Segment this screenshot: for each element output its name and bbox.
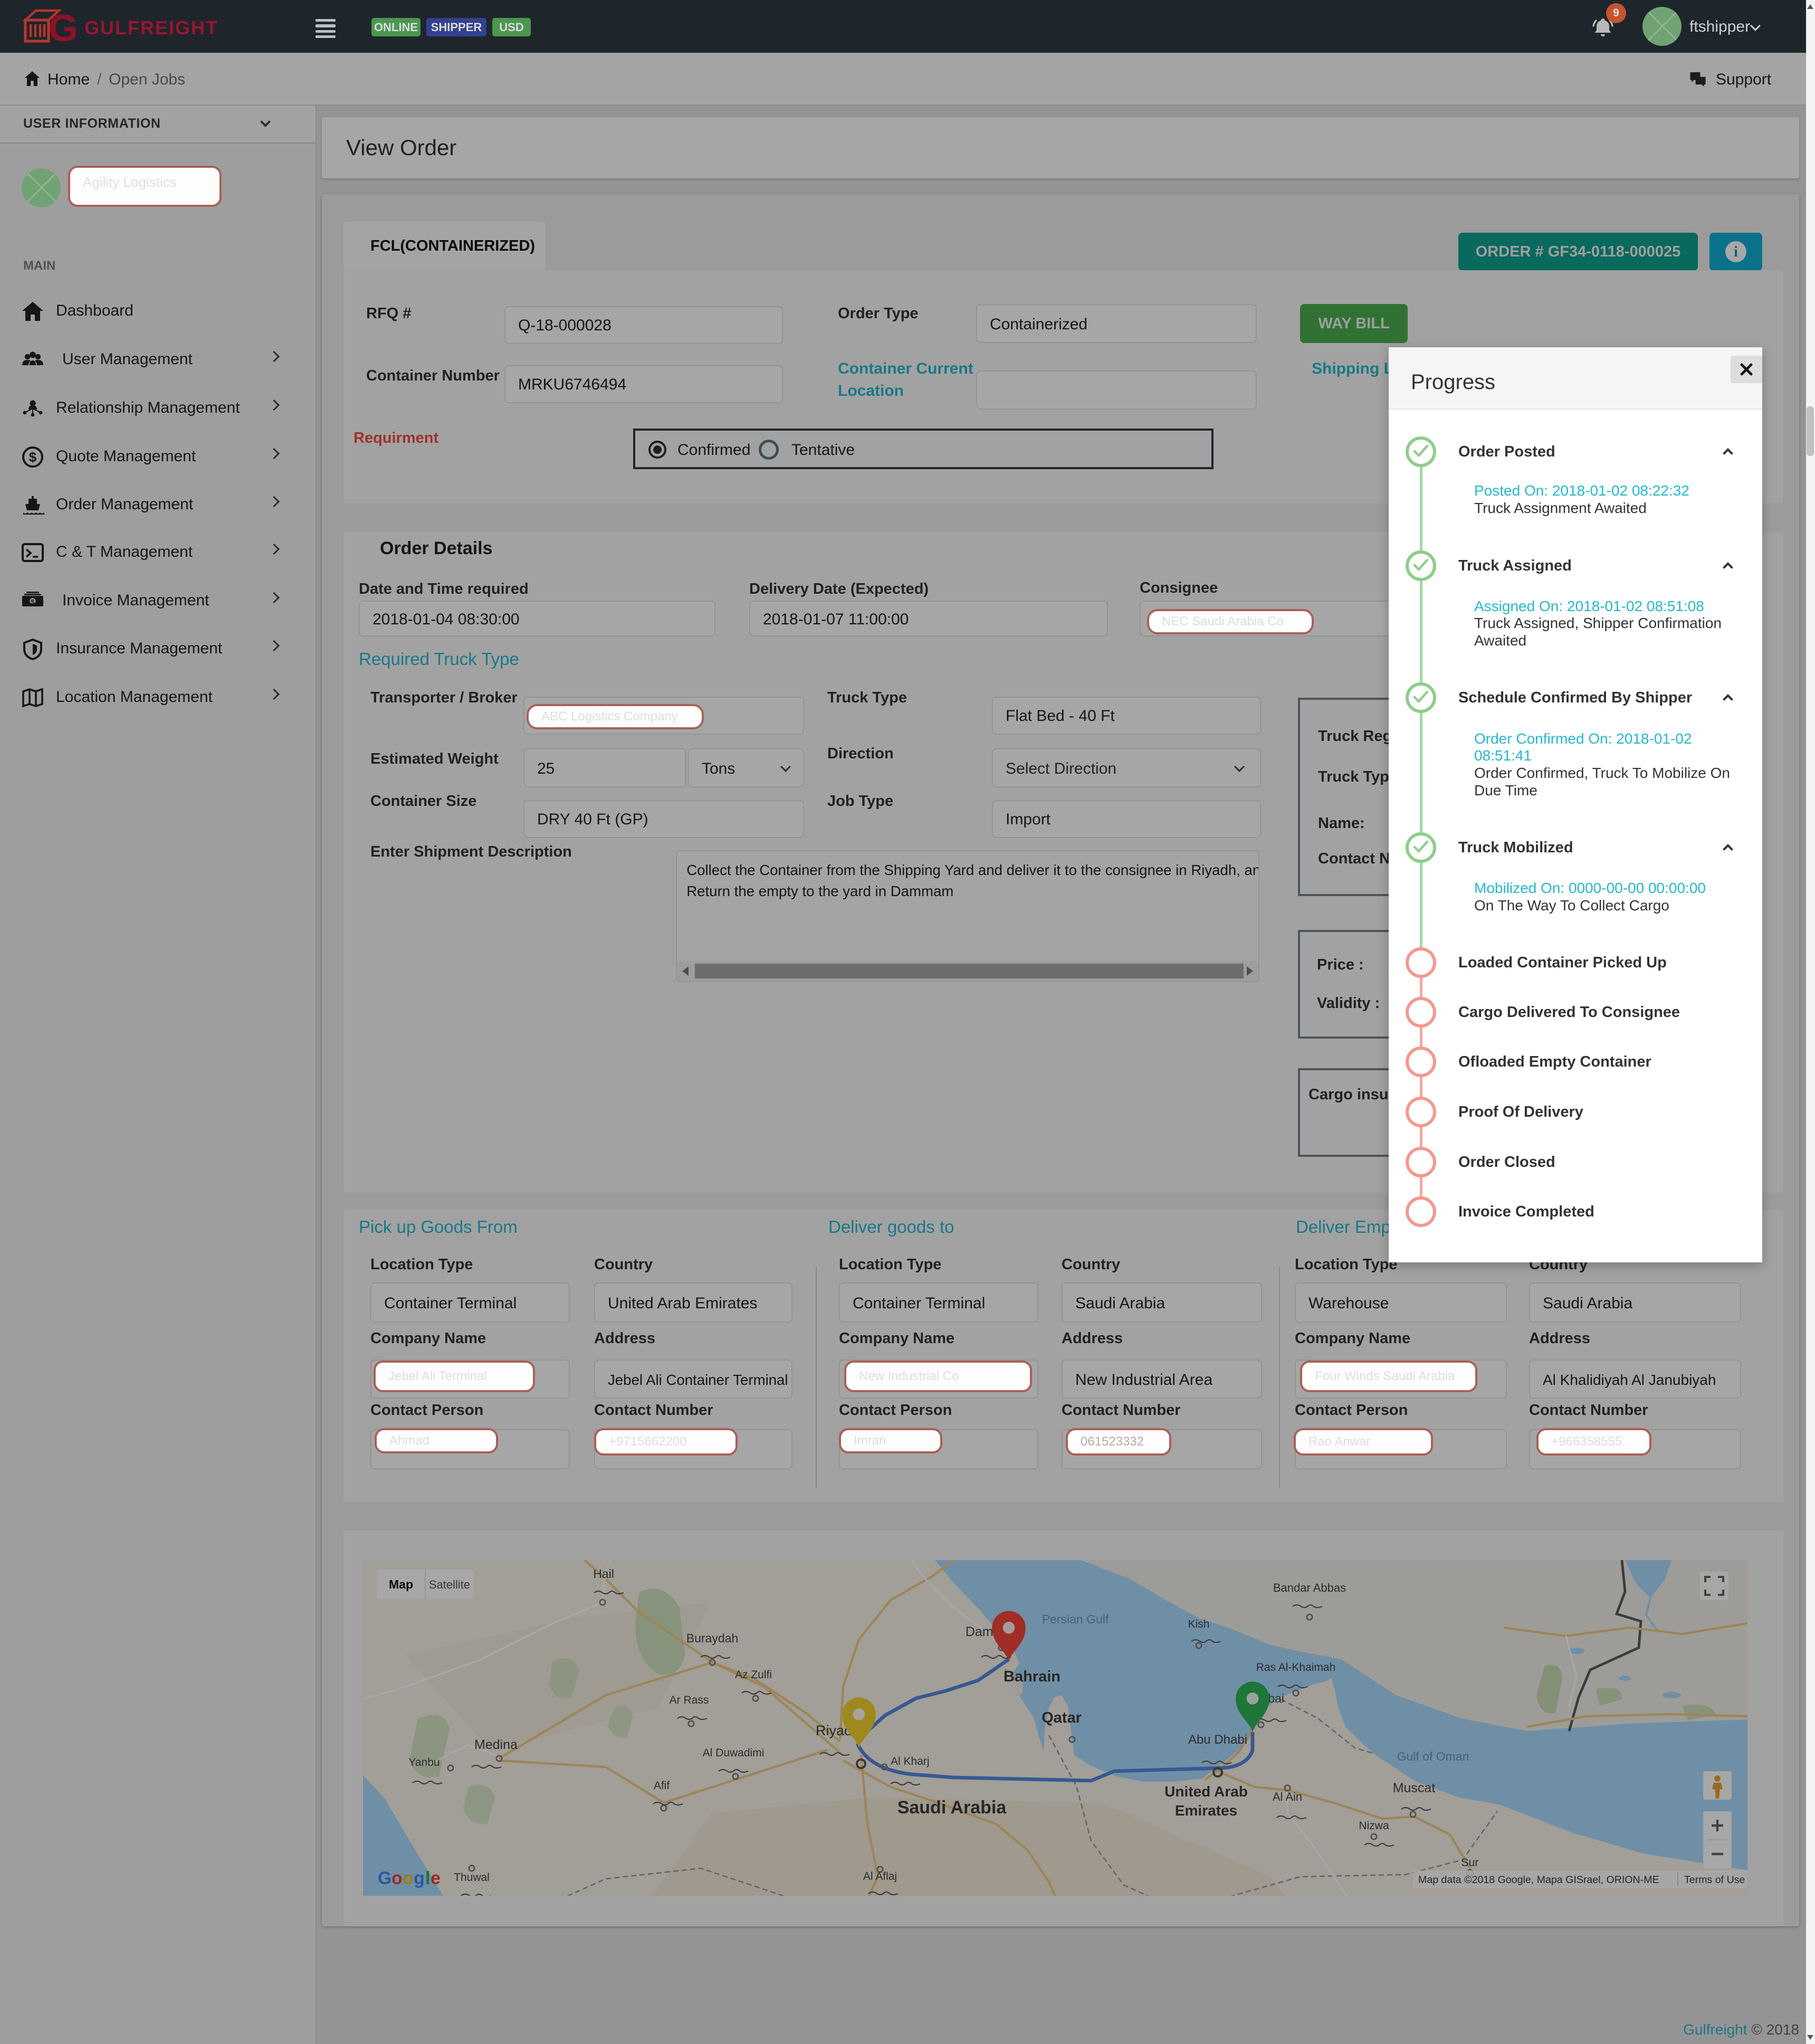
svg-text:G: G xyxy=(49,7,78,46)
